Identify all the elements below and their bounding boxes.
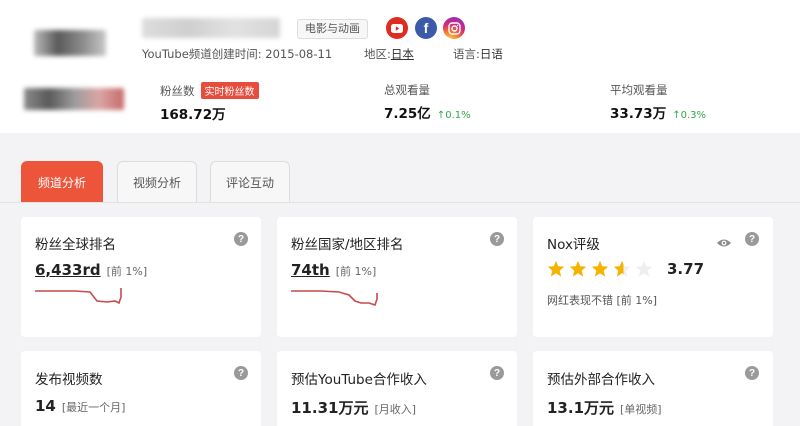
facebook-icon[interactable]: f bbox=[415, 17, 437, 39]
channel-header: 电影与动画 f YouTube频道创建时间: 2015-08-11 地区:日本 … bbox=[0, 0, 800, 133]
help-icon[interactable]: ? bbox=[234, 232, 248, 246]
card-title: 粉丝全球排名 bbox=[35, 237, 116, 253]
arrow-up-icon: ↑ bbox=[436, 110, 446, 121]
channel-avatar-blurred bbox=[34, 30, 106, 56]
language-info: 语言:日语 bbox=[453, 47, 503, 61]
card-title: Nox评级 bbox=[547, 237, 600, 253]
youtube-icon[interactable] bbox=[386, 17, 408, 39]
channel-logo-blurred bbox=[24, 88, 124, 110]
stat-average-views: 平均观看量 33.73万 ↑0.3% bbox=[610, 83, 706, 122]
create-date-info: YouTube频道创建时间: 2015-08-11 bbox=[142, 47, 333, 61]
card-youtube-income: 预估YouTube合作收入 ? 11.31万元 [月收入] bbox=[277, 351, 517, 426]
change-up-indicator: ↑0.3% bbox=[672, 110, 706, 121]
card-title: 预估外部合作收入 bbox=[547, 372, 655, 388]
tab-divider bbox=[0, 202, 800, 203]
tab-comment-interaction[interactable]: 评论互动 bbox=[210, 161, 290, 203]
country-rank-value[interactable]: 74th [前 1%] bbox=[291, 261, 376, 279]
card-nox-rating: Nox评级 ? 3.77 网红表现不错 [前 1%] bbox=[533, 217, 773, 337]
card-external-income: 预估外部合作收入 ? 13.1万元 [单视频] bbox=[533, 351, 773, 426]
star-partial-icon bbox=[613, 260, 631, 277]
analysis-tabs: 频道分析 视频分析 评论互动 bbox=[0, 133, 800, 203]
youtube-income-value: 11.31万元 [月收入] bbox=[291, 399, 417, 417]
country-rank-sparkline bbox=[291, 290, 378, 307]
external-income-value: 13.1万元 [单视频] bbox=[547, 399, 662, 417]
star-full-icon bbox=[569, 260, 587, 277]
tab-video-analysis[interactable]: 视频分析 bbox=[117, 161, 197, 203]
realtime-subscribers-badge[interactable]: 实时粉丝数 bbox=[200, 82, 259, 99]
help-icon[interactable]: ? bbox=[234, 366, 248, 380]
eye-icon[interactable] bbox=[716, 237, 732, 249]
arrow-up-icon: ↑ bbox=[672, 110, 681, 121]
help-icon[interactable]: ? bbox=[745, 232, 759, 246]
star-empty-icon bbox=[635, 260, 653, 277]
region-info: 地区:日本 bbox=[364, 47, 414, 61]
global-rank-value[interactable]: 6,433rd [前 1%] bbox=[35, 261, 147, 279]
card-country-rank: 粉丝国家/地区排名 ? 74th [前 1%] bbox=[277, 217, 517, 337]
tab-channel-analysis[interactable]: 频道分析 bbox=[21, 161, 103, 203]
nox-rating-description: 网红表现不错 [前 1%] bbox=[547, 294, 658, 307]
change-up-indicator: ↑0.1% bbox=[436, 110, 471, 121]
global-rank-sparkline bbox=[35, 288, 122, 305]
star-full-icon bbox=[547, 260, 565, 277]
instagram-icon[interactable] bbox=[443, 17, 465, 39]
nox-rating-value: 3.77 bbox=[667, 260, 705, 278]
stat-subscribers: 粉丝数 实时粉丝数 168.72万 bbox=[160, 82, 259, 123]
star-rating bbox=[547, 260, 653, 277]
card-global-rank: 粉丝全球排名 ? 6,433rd [前 1%] bbox=[21, 217, 261, 337]
videos-published-value: 14 [最近一个月] bbox=[35, 397, 126, 415]
category-badge[interactable]: 电影与动画 bbox=[297, 19, 368, 39]
region-link[interactable]: 日本 bbox=[391, 47, 414, 61]
help-icon[interactable]: ? bbox=[490, 232, 504, 246]
card-title: 发布视频数 bbox=[35, 372, 103, 388]
stat-total-views: 总观看量 7.25亿 ↑0.1% bbox=[384, 83, 471, 122]
help-icon[interactable]: ? bbox=[745, 366, 759, 380]
channel-name-blurred bbox=[142, 18, 280, 38]
star-full-icon bbox=[591, 260, 609, 277]
help-icon[interactable]: ? bbox=[490, 366, 504, 380]
card-title: 粉丝国家/地区排名 bbox=[291, 237, 404, 253]
card-title: 预估YouTube合作收入 bbox=[291, 372, 427, 388]
card-videos-published: 发布视频数 ? 14 [最近一个月] bbox=[21, 351, 261, 426]
